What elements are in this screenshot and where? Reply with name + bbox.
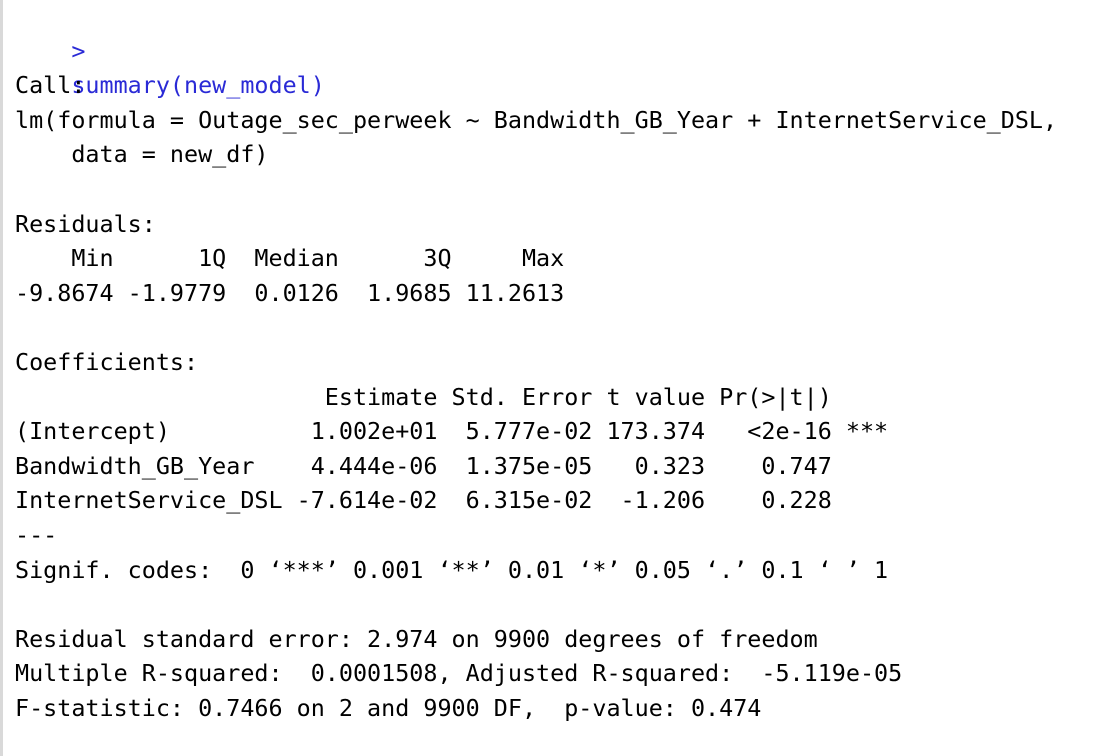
output-line: Coefficients:: [15, 347, 199, 376]
command-text: summary(new_model): [71, 71, 325, 100]
prompt-symbol: >: [71, 36, 86, 65]
output-line: Residual standard error: 2.974 on 9900 d…: [15, 624, 818, 653]
output-line: Min 1Q Median 3Q Max: [15, 244, 579, 273]
output-line: Bandwidth_GB_Year 4.444e-06 1.375e-05 0.…: [15, 451, 889, 480]
output-line: (Intercept) 1.002e+01 5.777e-02 173.374 …: [15, 417, 889, 446]
output-line: ---: [15, 520, 58, 549]
output-line: Multiple R-squared: 0.0001508, Adjusted …: [15, 659, 917, 688]
output-line: Estimate Std. Error t value Pr(>|t|): [15, 382, 889, 411]
command-line: > summary(new_model): [15, 0, 1100, 100]
output-line: Residuals:: [15, 209, 156, 238]
output-line: InternetService_DSL -7.614e-02 6.315e-02…: [15, 486, 889, 515]
output-line: Signif. codes: 0 ‘***’ 0.001 ‘**’ 0.01 ‘…: [15, 555, 889, 584]
console-output: Call: lm(formula = Outage_sec_perweek ~ B…: [15, 34, 1100, 726]
r-console[interactable]: > summary(new_model) Call: lm(formula = O…: [0, 0, 1100, 756]
output-line: data = new_df): [15, 140, 269, 169]
output-line: -9.8674 -1.9779 0.0126 1.9685 11.2613: [15, 278, 579, 307]
output-line: F-statistic: 0.7466 on 2 and 9900 DF, p-…: [15, 693, 762, 722]
output-line: lm(formula = Outage_sec_perweek ~ Bandwi…: [15, 105, 1058, 134]
